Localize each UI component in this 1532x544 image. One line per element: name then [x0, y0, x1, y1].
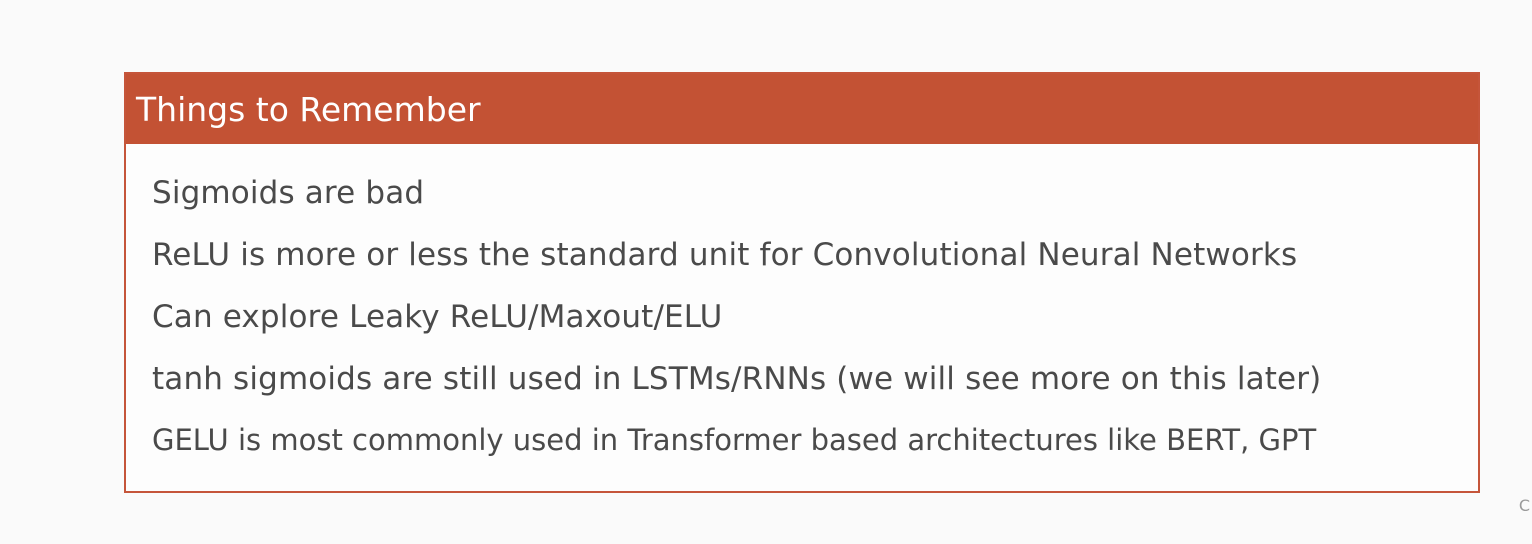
box-body: Sigmoids are bad ReLU is more or less th…: [126, 144, 1478, 488]
box-header: Things to Remember: [126, 74, 1478, 144]
list-item: GELU is most commonly used in Transforme…: [152, 423, 1317, 457]
list-item: tanh sigmoids are still used in LSTMs/RN…: [152, 361, 1322, 397]
corner-mark: C: [1518, 496, 1530, 515]
box-title: Things to Remember: [136, 89, 481, 129]
list-item: Can explore Leaky ReLU/Maxout/ELU: [152, 299, 723, 335]
list-item: ReLU is more or less the standard unit f…: [152, 237, 1298, 273]
things-to-remember-box: Things to Remember Sigmoids are bad ReLU…: [124, 72, 1480, 493]
list-item: Sigmoids are bad: [152, 175, 425, 211]
